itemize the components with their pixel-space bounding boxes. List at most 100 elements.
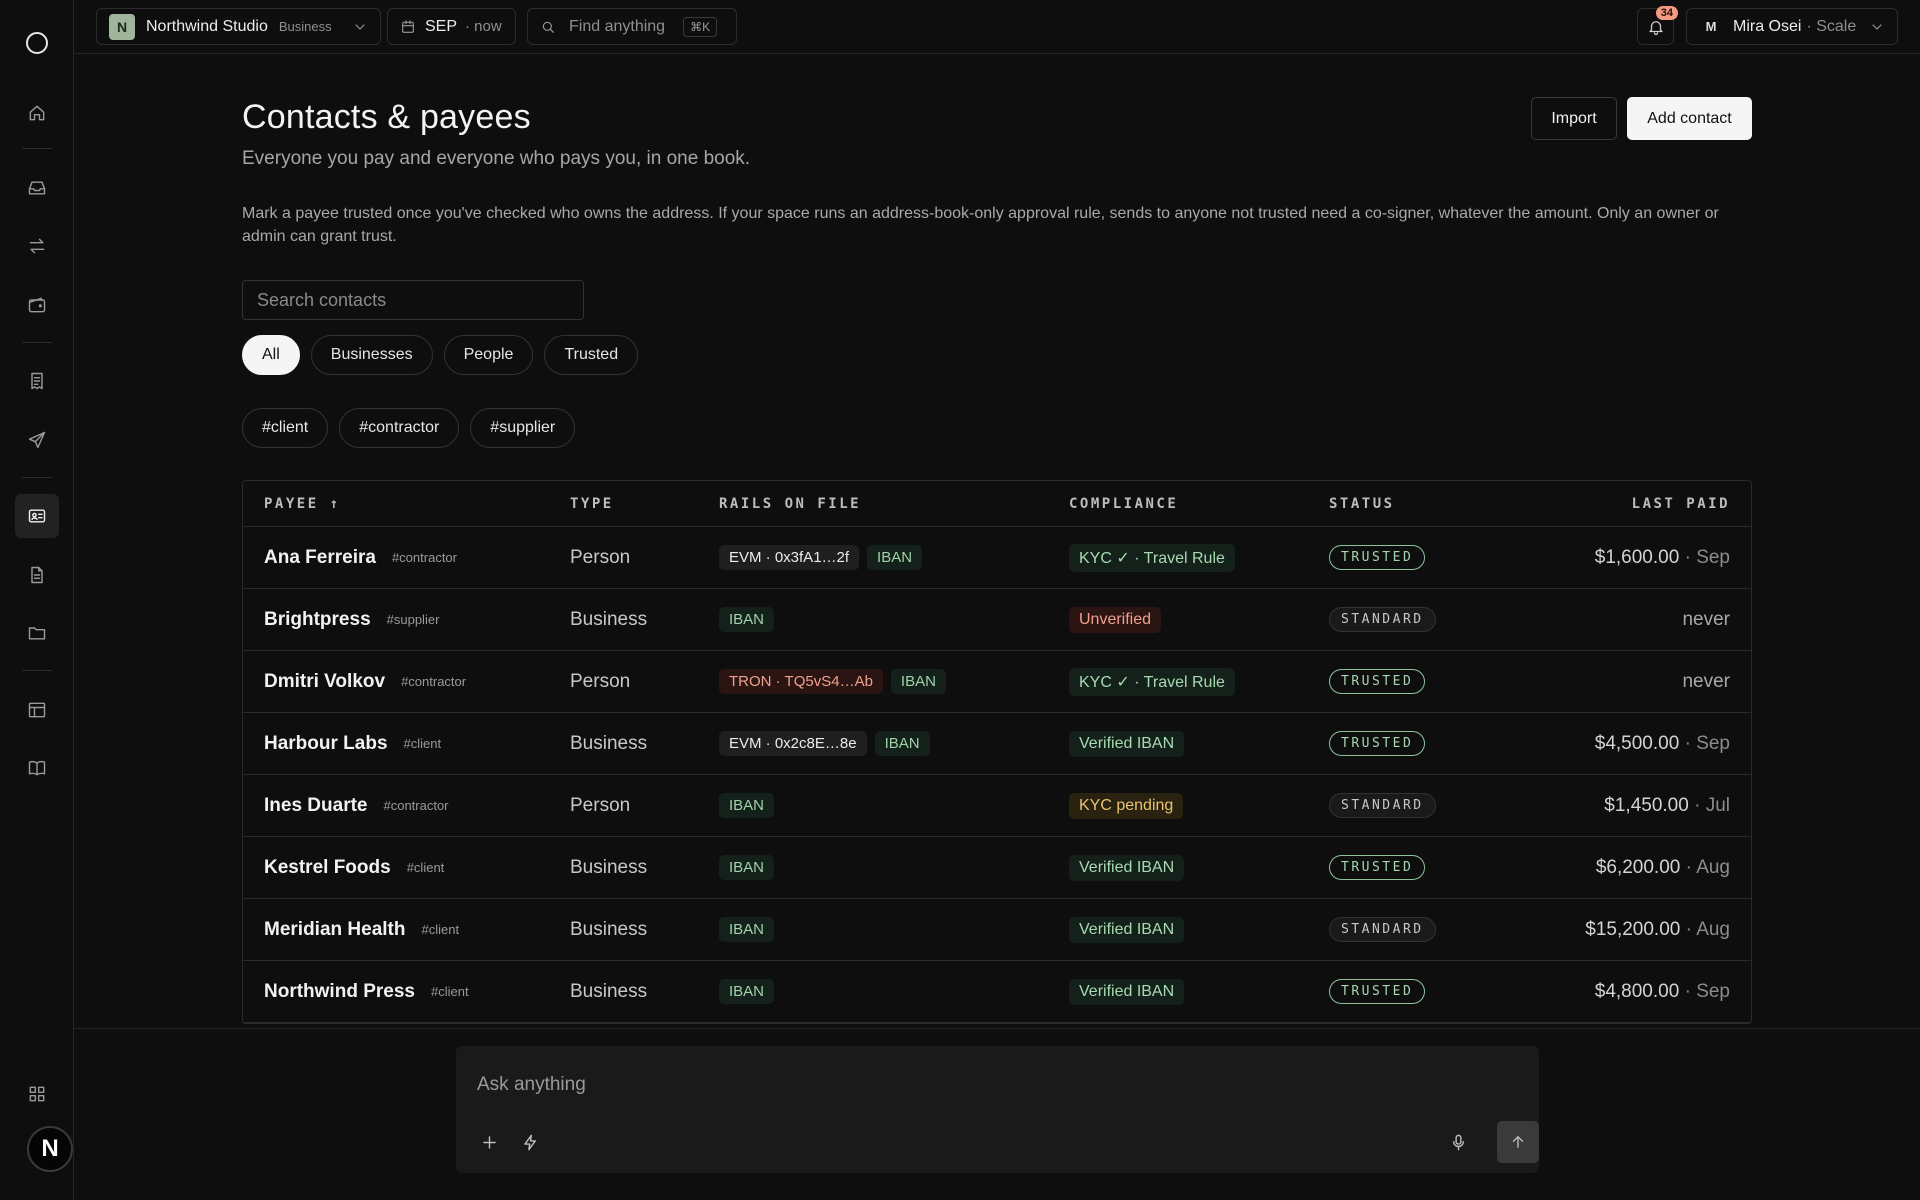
import-button[interactable]: Import (1531, 97, 1617, 140)
transfer-arrows-icon[interactable] (25, 234, 49, 258)
table-row[interactable]: Kestrel Foods #client Business IBAN Veri… (243, 837, 1751, 899)
period-selector[interactable]: SEP · now (387, 8, 516, 45)
workspace-switcher[interactable]: N Northwind Studio Business (96, 8, 381, 45)
table-row[interactable]: Ines Duarte #contractor Person IBAN KYC … (243, 775, 1751, 837)
notification-count-badge: 34 (1655, 6, 1678, 20)
payee-type: Business (570, 918, 648, 940)
last-paid-cell: never (1489, 609, 1751, 631)
send-button[interactable] (1497, 1121, 1539, 1163)
rails-cell: EVM · 0x2c8E…8e IBAN (719, 731, 1069, 756)
status-badge: STANDARD (1329, 793, 1436, 818)
assistant-composer[interactable]: Ask anything (456, 1046, 1539, 1173)
type-cell: Person (570, 795, 719, 817)
wallet-icon[interactable] (25, 293, 49, 317)
filter-trusted[interactable]: Trusted (544, 335, 639, 375)
column-rails[interactable]: RAILS ON FILE (719, 496, 1069, 512)
chevron-down-icon (1872, 23, 1882, 30)
payee-cell: Harbour Labs #client (243, 733, 570, 755)
last-paid-cell: $6,200.00 · Aug (1489, 857, 1751, 879)
trust-note: Mark a payee trusted once you've checked… (242, 205, 1719, 245)
compliance-cell: Verified IBAN (1069, 916, 1329, 943)
table-row[interactable]: Brightpress #supplier Business IBAN Unve… (243, 589, 1751, 651)
payee-cell: Northwind Press #client (243, 981, 570, 1003)
inbox-icon[interactable] (25, 176, 49, 200)
table-layout-icon[interactable] (25, 698, 49, 722)
rail-badge: IBAN (719, 917, 775, 942)
type-cell: Business (570, 609, 719, 631)
paid-amount: $6,200.00 (1595, 856, 1681, 878)
table-row[interactable]: Harbour Labs #client Business EVM · 0x2c… (243, 713, 1751, 775)
apps-grid-icon[interactable] (25, 1082, 49, 1106)
book-icon[interactable] (25, 756, 49, 780)
payee-name[interactable]: Meridian Health (264, 919, 405, 941)
notifications-button[interactable]: 34 (1637, 6, 1678, 45)
search-contacts-input[interactable] (242, 280, 584, 320)
table-row[interactable]: Ana Ferreira #contractor Person EVM · 0x… (243, 527, 1751, 589)
table-row[interactable]: Dmitri Volkov #contractor Person TRON · … (243, 651, 1751, 713)
payee-type: Person (570, 670, 631, 692)
left-rail: N (0, 0, 74, 1200)
column-status[interactable]: STATUS (1329, 496, 1489, 512)
plus-icon[interactable] (477, 1130, 501, 1154)
payee-name[interactable]: Dmitri Volkov (264, 671, 385, 693)
table-row[interactable]: Meridian Health #client Business IBAN Ve… (243, 899, 1751, 961)
send-plane-icon[interactable] (25, 428, 49, 452)
global-search[interactable]: Find anything ⌘K (527, 8, 737, 45)
payee-name[interactable]: Ines Duarte (264, 795, 367, 817)
payee-name[interactable]: Northwind Press (264, 981, 415, 1003)
workspace-avatar[interactable]: N (27, 1126, 73, 1172)
lightning-icon[interactable] (518, 1130, 542, 1154)
user-menu[interactable]: M Mira Osei · Scale (1686, 8, 1898, 45)
table-body: Ana Ferreira #contractor Person EVM · 0x… (243, 527, 1751, 1023)
rail-divider (22, 477, 52, 478)
microphone-icon[interactable] (1446, 1130, 1470, 1154)
payee-cell: Brightpress #supplier (243, 609, 570, 631)
payee-type: Business (570, 608, 648, 630)
folder-icon[interactable] (25, 621, 49, 645)
payee-tag: #contractor (401, 674, 467, 689)
payee-name[interactable]: Brightpress (264, 609, 371, 631)
add-contact-button[interactable]: Add contact (1627, 97, 1752, 140)
payee-cell: Dmitri Volkov #contractor (243, 671, 570, 693)
rails-cell: IBAN (719, 855, 1069, 880)
payee-tag: #contractor (391, 550, 457, 565)
filter-people[interactable]: People (443, 335, 534, 375)
type-cell: Business (570, 919, 719, 941)
tag-contractor[interactable]: #contractor (339, 408, 460, 448)
column-last-paid[interactable]: LAST PAID (1489, 496, 1751, 512)
paid-separator: · (1680, 856, 1697, 878)
tag-client[interactable]: #client (242, 408, 329, 448)
status-badge: TRUSTED (1329, 979, 1426, 1004)
compliance-badge: Verified IBAN (1069, 916, 1185, 943)
tag-supplier[interactable]: #supplier (470, 408, 576, 448)
last-paid-cell: $4,500.00 · Sep (1489, 733, 1751, 755)
app-logo-icon[interactable] (26, 32, 48, 54)
payee-name[interactable]: Ana Ferreira (264, 547, 376, 569)
column-payee[interactable]: PAYEE ↑ (243, 496, 570, 512)
paid-month: Sep (1696, 980, 1730, 1002)
rails-cell: TRON · TQ5vS4…Ab IBAN (719, 669, 1069, 694)
status-badge: TRUSTED (1329, 731, 1426, 756)
column-compliance[interactable]: COMPLIANCE (1069, 496, 1329, 512)
rails-cell: EVM · 0x3fA1…2f IBAN (719, 545, 1069, 570)
filter-businesses[interactable]: Businesses (310, 335, 433, 375)
composer-placeholder[interactable]: Ask anything (477, 1074, 586, 1096)
rail-badge: IBAN (874, 731, 930, 756)
payee-name[interactable]: Harbour Labs (264, 733, 388, 755)
filter-all[interactable]: All (242, 335, 300, 375)
payee-name[interactable]: Kestrel Foods (264, 857, 391, 879)
compliance-cell: KYC ✓ · Travel Rule (1069, 667, 1329, 696)
compliance-cell: Verified IBAN (1069, 978, 1329, 1005)
payee-cell: Meridian Health #client (243, 919, 570, 941)
status-badge: TRUSTED (1329, 855, 1426, 880)
column-type[interactable]: TYPE (570, 496, 719, 512)
document-icon[interactable] (25, 563, 49, 587)
contacts-card-icon[interactable] (15, 494, 59, 538)
paid-separator: · (1679, 546, 1697, 568)
table-row[interactable]: Northwind Press #client Business IBAN Ve… (243, 961, 1751, 1023)
user-name: Mira Osei (1733, 17, 1802, 35)
paid-amount: never (1682, 608, 1730, 630)
paid-amount: $4,800.00 (1594, 980, 1680, 1002)
receipt-icon[interactable] (25, 369, 49, 393)
home-icon[interactable] (25, 101, 49, 125)
